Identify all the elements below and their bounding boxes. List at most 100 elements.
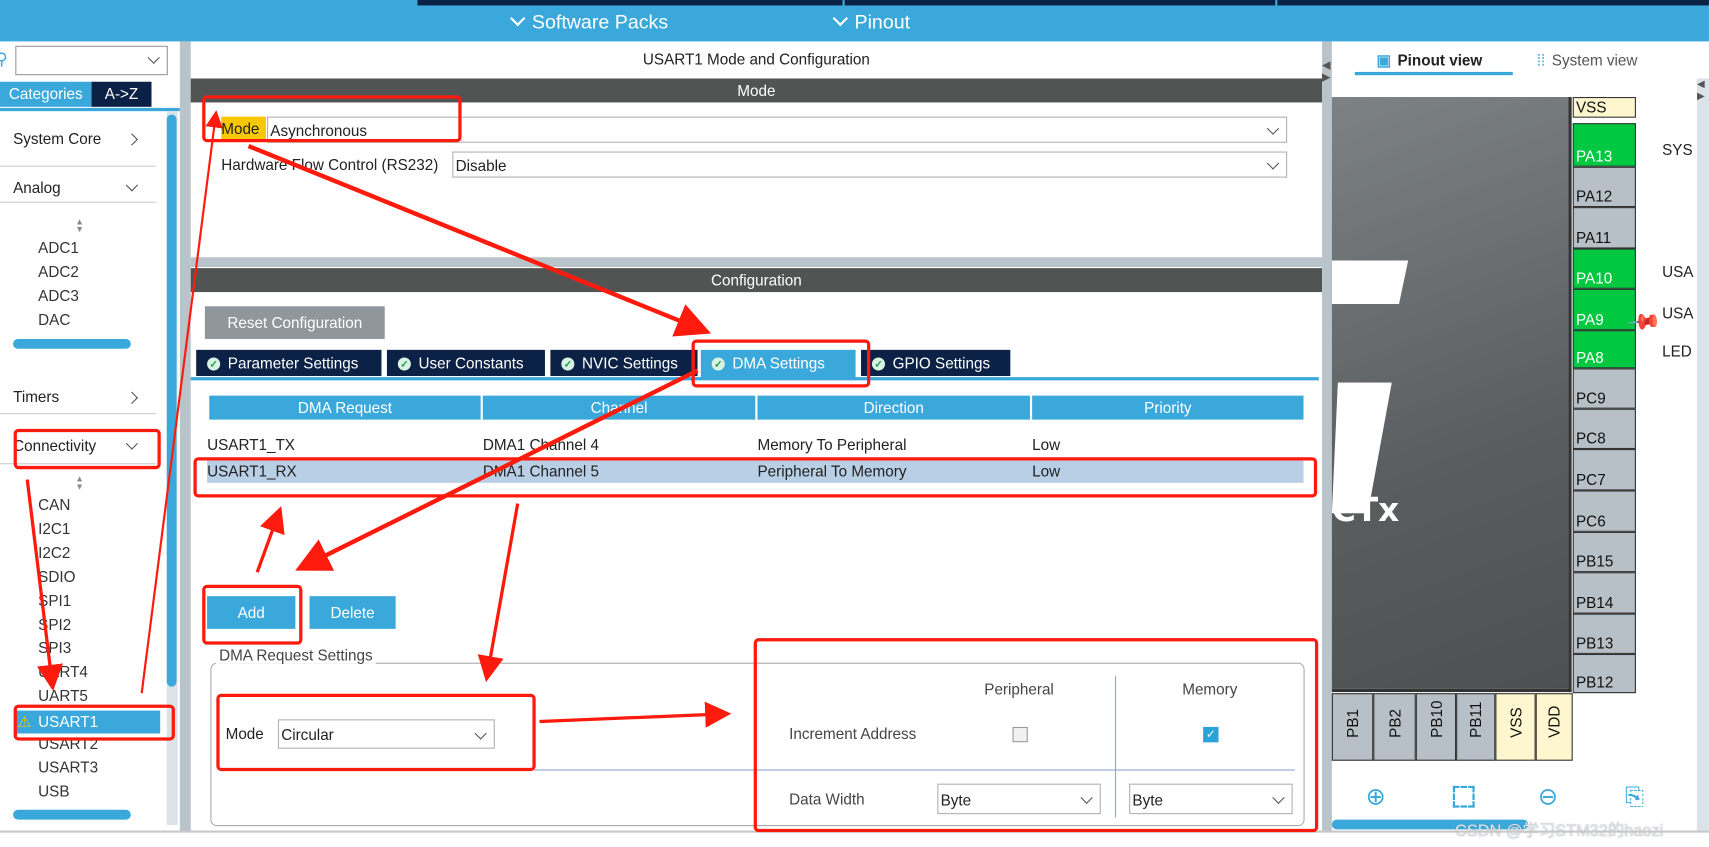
chevron-down-icon xyxy=(147,51,160,64)
list-item-label: SDIO xyxy=(38,567,76,585)
reset-configuration-button[interactable]: Reset Configuration xyxy=(204,306,385,339)
pin-pc7[interactable]: PC7 xyxy=(1572,449,1636,491)
right-panel-divider[interactable] xyxy=(1322,41,1332,831)
check-circle-icon: ✓ xyxy=(397,357,411,371)
list-item[interactable]: UART4 xyxy=(38,663,88,680)
tab-parameter-settings[interactable]: ✓ Parameter Settings xyxy=(196,349,382,377)
increment-peripheral-checkbox[interactable] xyxy=(1012,726,1028,743)
chevron-down-icon xyxy=(1080,791,1093,804)
pin-bottom-pb2[interactable]: PB2 xyxy=(1373,693,1416,761)
warning-icon: ⚠ xyxy=(17,712,32,731)
dma-mode-select[interactable]: Circular xyxy=(277,719,495,749)
pin-signal-label: LED xyxy=(1662,342,1692,360)
tab-nvic-settings[interactable]: ✓ NVIC Settings xyxy=(550,349,698,377)
pin-bottom-pb10[interactable]: PB10 xyxy=(1415,693,1457,761)
list-item[interactable]: SDIO xyxy=(38,567,75,584)
increment-memory-checkbox[interactable]: ✓ xyxy=(1203,726,1219,743)
list-item[interactable]: USART3 xyxy=(38,758,98,775)
tab-user-constants[interactable]: ✓ User Constants xyxy=(386,349,545,377)
pin-pc9[interactable]: PC9 xyxy=(1572,368,1636,409)
search-input[interactable] xyxy=(15,45,168,76)
search-icon[interactable]: ⚲ xyxy=(0,49,8,69)
collapse-arrow-icon[interactable]: ◀ ▶ xyxy=(1322,60,1330,84)
pin-pb12[interactable]: PB12 xyxy=(1572,653,1636,694)
list-item[interactable]: ADC1 xyxy=(38,239,79,256)
right-scrollbar[interactable]: ◀ ▶ xyxy=(1696,78,1709,831)
pin-bottom-vss[interactable]: VSS xyxy=(1495,693,1536,761)
column-header-channel[interactable]: Channel xyxy=(482,395,756,420)
pin-pc6[interactable]: PC6 xyxy=(1572,490,1636,532)
sort-arrows-icon[interactable]: ▲ ▼ xyxy=(75,475,84,491)
table-row-selected[interactable]: USART1_RX DMA1 Channel 5 Peripheral To M… xyxy=(207,458,1304,483)
pin-name: PC7 xyxy=(1575,470,1606,489)
pin-bottom-pb11[interactable]: PB11 xyxy=(1456,693,1496,761)
pin-pa8[interactable]: PA8 xyxy=(1572,330,1636,369)
list-item[interactable]: I2C1 xyxy=(38,520,70,537)
list-item[interactable]: CAN xyxy=(38,496,70,513)
list-item[interactable]: SPI1 xyxy=(38,591,71,608)
sidebar-scrollbar[interactable] xyxy=(166,114,177,687)
tab-dma-settings[interactable]: ✓ DMA Settings xyxy=(700,349,856,380)
tab-categories[interactable]: Categories xyxy=(0,81,92,107)
panel-divider[interactable] xyxy=(179,41,191,831)
list-item[interactable]: USART2 xyxy=(38,735,98,752)
category-analog[interactable]: Analog xyxy=(13,179,144,196)
delete-button[interactable]: Delete xyxy=(309,596,396,629)
pin-pb15[interactable]: PB15 xyxy=(1572,531,1636,573)
tab-pinout-view[interactable]: ▣ Pinout view xyxy=(1377,51,1483,70)
peripheral-width-select[interactable]: Byte xyxy=(937,783,1101,815)
chip-body: CTx xyxy=(1331,97,1572,693)
list-item[interactable]: SPI2 xyxy=(38,615,71,632)
pin-pa11[interactable]: PA11 xyxy=(1572,207,1636,249)
mode-select[interactable]: Asynchronous xyxy=(267,116,1288,143)
tab-gpio-settings[interactable]: ✓ GPIO Settings xyxy=(861,349,1011,377)
table-row[interactable]: USART1_TX DMA1 Channel 4 Memory To Perip… xyxy=(207,433,1303,457)
list-item[interactable]: DAC xyxy=(38,310,70,327)
export-icon[interactable]: ⎘ xyxy=(1625,783,1653,811)
tab-label: Parameter Settings xyxy=(227,354,359,372)
pin-pb14[interactable]: PB14 xyxy=(1572,572,1636,614)
list-item[interactable]: USB xyxy=(38,782,69,799)
list-item[interactable]: I2C2 xyxy=(38,544,70,561)
pin-bottom-vdd[interactable]: VDD xyxy=(1535,693,1573,761)
column-header-direction[interactable]: Direction xyxy=(757,395,1030,420)
fit-screen-icon[interactable] xyxy=(1452,785,1475,808)
category-timers[interactable]: Timers xyxy=(13,388,144,405)
zoom-out-icon[interactable]: ⊖ xyxy=(1538,783,1566,811)
pin-name: PA12 xyxy=(1575,187,1613,205)
pin-pa10[interactable]: PA10 xyxy=(1572,248,1636,289)
tab-underline xyxy=(190,377,1319,381)
sort-arrows-icon[interactable]: ▲ ▼ xyxy=(75,217,84,233)
column-header-dma-request[interactable]: DMA Request xyxy=(209,395,481,420)
category-separator xyxy=(0,463,156,465)
category-connectivity[interactable]: Connectivity xyxy=(13,437,144,454)
pin-pa12[interactable]: PA12 xyxy=(1572,166,1636,208)
list-item[interactable]: ADC3 xyxy=(38,286,79,303)
pin-pb13[interactable]: PB13 xyxy=(1572,613,1636,654)
zoom-in-icon[interactable]: ⊕ xyxy=(1366,783,1394,811)
add-button[interactable]: Add xyxy=(207,596,296,629)
pin-vss[interactable]: VSS xyxy=(1572,97,1636,118)
list-hscrollbar[interactable] xyxy=(13,338,131,349)
pin-pa13[interactable]: PA13 xyxy=(1572,123,1636,167)
pin-name: PB2 xyxy=(1385,709,1404,738)
hwflow-select[interactable]: Disable xyxy=(452,151,1288,178)
list-item[interactable]: UART5 xyxy=(38,687,88,704)
column-header-priority[interactable]: Priority xyxy=(1032,395,1304,420)
pin-bottom-pb1[interactable]: PB1 xyxy=(1331,693,1374,761)
list-item[interactable]: SPI3 xyxy=(38,639,71,656)
list-hscrollbar[interactable] xyxy=(13,809,131,820)
list-item[interactable]: ⚠ USART1 xyxy=(15,710,161,734)
tab-a-z[interactable]: A->Z xyxy=(91,81,152,107)
pin-pc8[interactable]: PC8 xyxy=(1572,408,1636,450)
software-packs-menu[interactable]: Software Packs xyxy=(509,10,668,34)
memory-width-select[interactable]: Byte xyxy=(1129,783,1293,815)
pin-name: PC6 xyxy=(1575,512,1606,530)
section-divider[interactable] xyxy=(190,257,1323,268)
tab-system-view[interactable]: ⁞⁞ System view xyxy=(1537,51,1638,68)
category-system-core[interactable]: System Core xyxy=(13,130,144,147)
category-separator xyxy=(0,165,156,167)
chevron-down-icon xyxy=(1266,122,1280,135)
list-item[interactable]: ADC2 xyxy=(38,263,79,280)
pinout-menu[interactable]: Pinout xyxy=(832,10,910,34)
